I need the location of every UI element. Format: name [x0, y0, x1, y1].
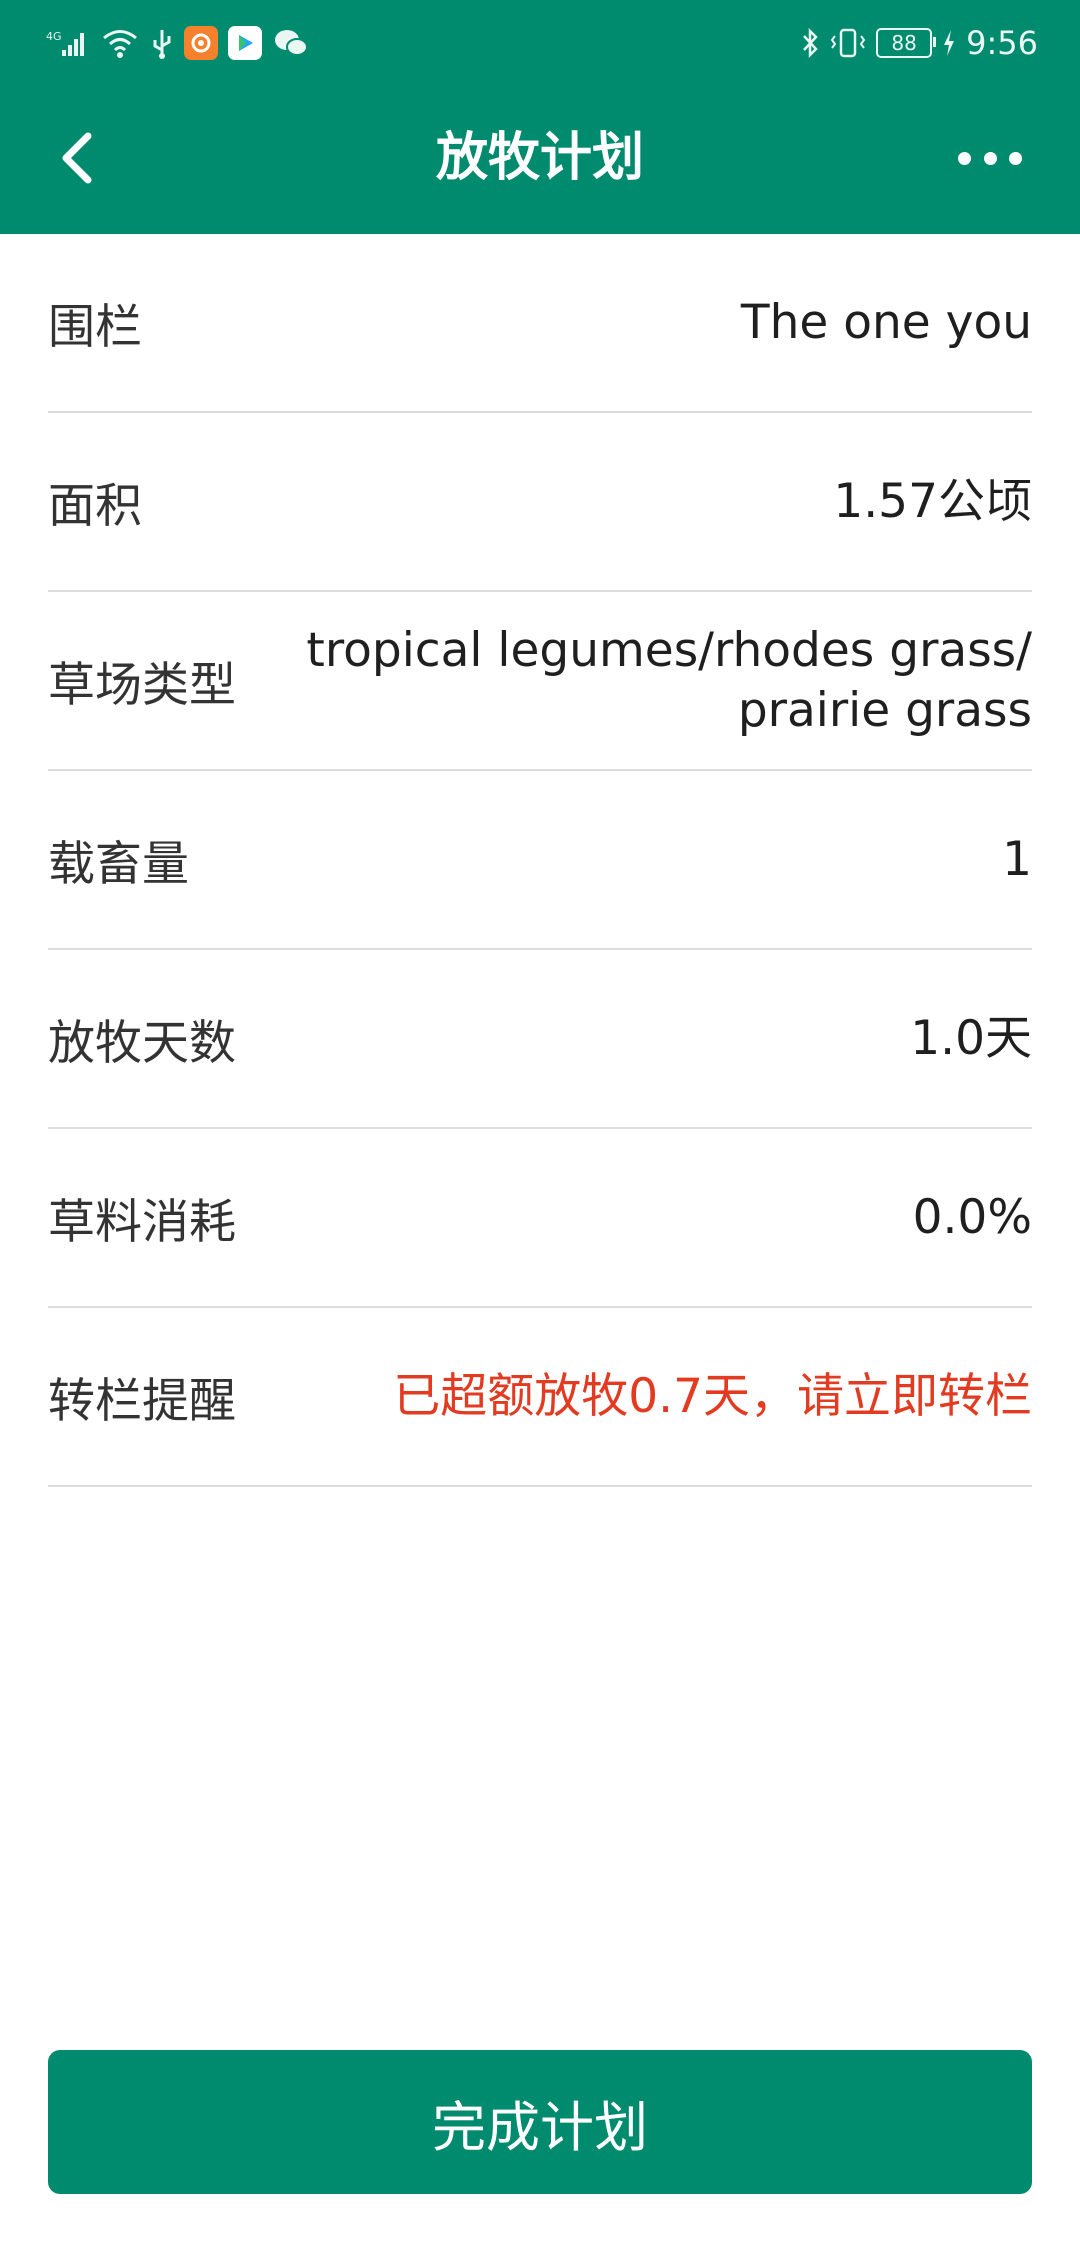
status-bar: 4G 88 9:56 [0, 0, 1080, 86]
area-row: 面积 1.57公顷 [48, 413, 1032, 592]
page-title: 放牧计划 [435, 128, 644, 188]
stocking-rate-label: 载畜量 [48, 837, 189, 892]
forage-consumption-value: 0.0% [912, 1189, 1032, 1245]
fence-value: The one you [740, 294, 1032, 350]
status-right: 88 9:56 [800, 20, 1038, 66]
status-time: 9:56 [966, 24, 1038, 62]
video-player-icon [228, 26, 262, 60]
forage-consumption-label: 草料消耗 [48, 1195, 236, 1250]
pasture-type-label: 草场类型 [48, 658, 236, 713]
signal-icon: 4G [46, 30, 84, 56]
wifi-icon [103, 30, 137, 58]
grazing-days-label: 放牧天数 [48, 1016, 236, 1071]
battery-indicator: 88 [876, 28, 937, 58]
grazing-days-row: 放牧天数 1.0天 [48, 950, 1032, 1129]
more-button[interactable] [958, 138, 1022, 178]
network-label: 4G [46, 30, 62, 43]
complete-plan-button[interactable]: 完成计划 [48, 2050, 1032, 2194]
more-dots-icon [983, 151, 997, 165]
pasture-type-row: 草场类型 tropical legumes/rhodes grass/ prai… [48, 592, 1032, 771]
status-left: 4G [46, 20, 310, 66]
rotation-reminder-value: 已超额放牧0.7天，请立即转栏 [393, 1368, 1032, 1424]
wechat-icon [275, 30, 308, 56]
plan-details: 围栏 The one you 面积 1.57公顷 草场类型 tropical l… [48, 234, 1032, 1487]
fence-label: 围栏 [48, 300, 142, 355]
rotation-reminder-label: 转栏提醒 [48, 1374, 236, 1429]
rotation-reminder-row: 转栏提醒 已超额放牧0.7天，请立即转栏 [48, 1308, 1032, 1487]
forage-consumption-row: 草料消耗 0.0% [48, 1129, 1032, 1308]
pasture-type-value: tropical legumes/rhodes grass/ prairie g… [306, 622, 1032, 738]
uc-browser-icon [184, 26, 218, 60]
more-dots-icon [1009, 151, 1022, 165]
stocking-rate-value: 1 [1002, 831, 1032, 887]
fence-row: 围栏 The one you [48, 234, 1032, 413]
app-bar: 放牧计划 [0, 86, 1080, 234]
charging-icon [944, 30, 955, 56]
vibrate-icon [830, 28, 866, 58]
usb-icon [153, 30, 171, 59]
stocking-rate-row: 载畜量 1 [48, 771, 1032, 950]
bluetooth-icon [803, 27, 818, 59]
area-label: 面积 [48, 479, 142, 534]
more-dots-icon [958, 151, 971, 165]
area-value: 1.57公顷 [833, 473, 1032, 529]
grazing-days-value: 1.0天 [910, 1010, 1032, 1066]
